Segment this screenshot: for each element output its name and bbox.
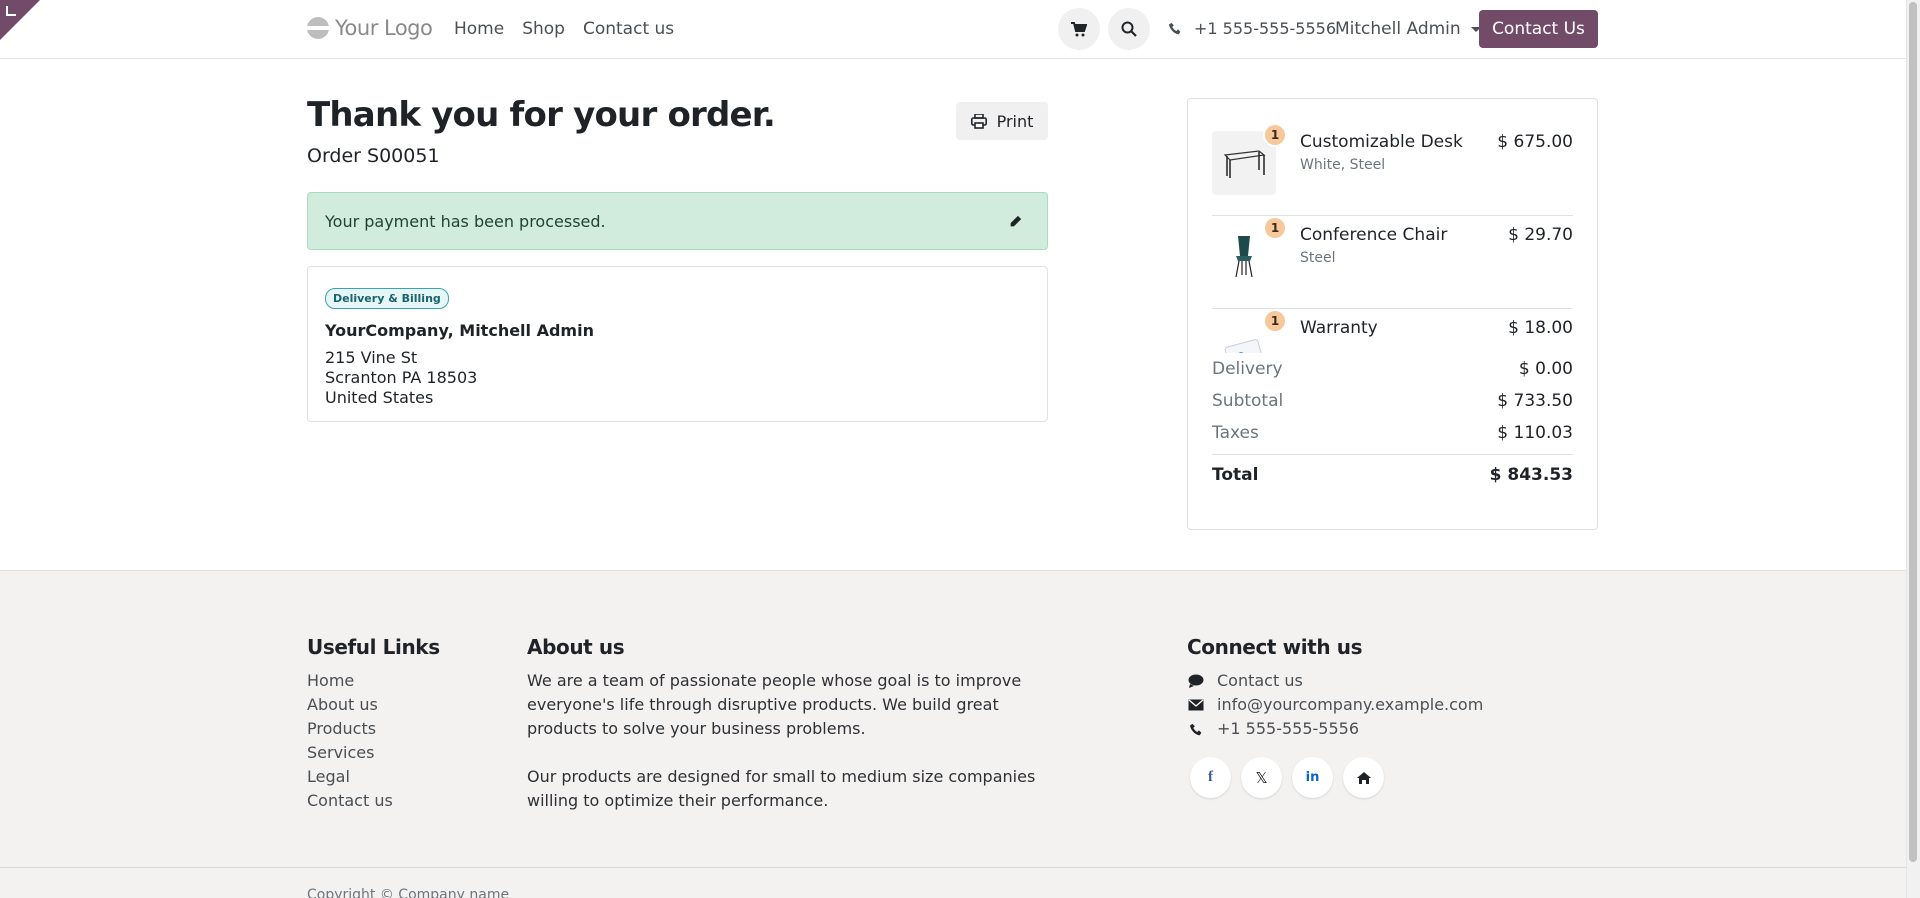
linkedin-icon[interactable]: in bbox=[1292, 757, 1333, 798]
delivery-row: Delivery $ 0.00 bbox=[1212, 353, 1573, 385]
quantity-badge: 1 bbox=[1263, 216, 1287, 240]
quantity-badge: 1 bbox=[1263, 123, 1287, 147]
home-icon[interactable] bbox=[1343, 757, 1384, 798]
connect-phone-text: +1 555-555-5556 bbox=[1217, 719, 1360, 738]
address-name: YourCompany, Mitchell Admin bbox=[325, 321, 594, 340]
address-type-badge: Delivery & Billing bbox=[325, 288, 449, 309]
product-name: Customizable Desk bbox=[1300, 132, 1463, 152]
footer-divider bbox=[0, 867, 1920, 868]
connect-contact[interactable]: Contact us bbox=[1187, 669, 1483, 693]
site-logo[interactable]: Your Logo bbox=[307, 16, 433, 40]
product-variant: Steel bbox=[1300, 250, 1336, 266]
total-amount: $ 843.53 bbox=[1489, 464, 1573, 485]
social-links: f 𝕏 in bbox=[1190, 757, 1384, 798]
pencil-icon[interactable] bbox=[1009, 215, 1022, 228]
nav-contact-us[interactable]: Contact us bbox=[583, 19, 674, 39]
address-city: Scranton PA 18503 bbox=[325, 368, 478, 387]
main-nav: Home Shop Contact us bbox=[454, 19, 692, 39]
printer-icon bbox=[970, 113, 987, 129]
payment-status-alert: Your payment has been processed. bbox=[307, 192, 1048, 250]
user-name: Mitchell Admin bbox=[1335, 19, 1461, 39]
address-street: 215 Vine St bbox=[325, 348, 418, 367]
search-icon bbox=[1121, 21, 1137, 37]
about-paragraph-2: Our products are designed for small to m… bbox=[527, 767, 1036, 810]
taxes-row: Taxes $ 110.03 bbox=[1212, 417, 1573, 449]
order-lines[interactable]: 1 Customizable Desk White, Steel $ 675.0… bbox=[1212, 123, 1573, 353]
search-button[interactable] bbox=[1108, 8, 1150, 50]
address-country: United States bbox=[325, 388, 434, 407]
print-label: Print bbox=[996, 111, 1034, 131]
list-item: 1 Warranty $ 18.00 bbox=[1212, 309, 1573, 353]
order-totals: Delivery $ 0.00 Subtotal $ 733.50 Taxes … bbox=[1212, 353, 1573, 494]
product-price: $ 675.00 bbox=[1497, 132, 1573, 152]
address-card: Delivery & Billing YourCompany, Mitchell… bbox=[307, 266, 1048, 422]
logo-icon bbox=[307, 17, 329, 39]
subtotal-row: Subtotal $ 733.50 bbox=[1212, 385, 1573, 417]
phone-icon bbox=[1189, 723, 1201, 735]
envelope-icon bbox=[1188, 699, 1204, 711]
site-footer: Useful Links Home About us Products Serv… bbox=[0, 570, 1920, 898]
page-title: Thank you for your order. bbox=[307, 95, 776, 135]
order-summary: 1 Customizable Desk White, Steel $ 675.0… bbox=[1187, 98, 1598, 530]
footer-link-contact[interactable]: Contact us bbox=[307, 789, 393, 813]
total-row: Total $ 843.53 bbox=[1212, 454, 1573, 494]
cart-button[interactable] bbox=[1058, 8, 1100, 50]
footer-link-home[interactable]: Home bbox=[307, 669, 393, 693]
product-name: Warranty bbox=[1300, 318, 1378, 338]
product-name: Conference Chair bbox=[1300, 225, 1448, 245]
payment-status-text: Your payment has been processed. bbox=[325, 211, 606, 231]
total-label: Total bbox=[1212, 464, 1259, 485]
connect-list: Contact us info@yourcompany.example.com … bbox=[1187, 669, 1483, 741]
connect-email[interactable]: info@yourcompany.example.com bbox=[1187, 693, 1483, 717]
copyright: Copyright © Company name bbox=[307, 887, 510, 898]
print-button[interactable]: Print bbox=[956, 102, 1048, 140]
connect-phone[interactable]: +1 555-555-5556 bbox=[1187, 717, 1483, 741]
logo-text: Your Logo bbox=[335, 16, 433, 40]
phone-icon bbox=[1169, 22, 1181, 35]
product-price: $ 18.00 bbox=[1508, 318, 1573, 338]
delivery-amount: $ 0.00 bbox=[1518, 359, 1573, 379]
subtotal-label: Subtotal bbox=[1212, 391, 1284, 411]
product-variant: White, Steel bbox=[1300, 157, 1386, 173]
nav-home[interactable]: Home bbox=[454, 19, 504, 39]
product-price: $ 29.70 bbox=[1508, 225, 1573, 245]
taxes-amount: $ 110.03 bbox=[1497, 423, 1573, 443]
about-text: We are a team of passionate people whose… bbox=[527, 669, 1057, 813]
scrollbar-thumb[interactable] bbox=[1909, 2, 1917, 862]
footer-link-products[interactable]: Products bbox=[307, 717, 393, 741]
x-twitter-icon[interactable]: 𝕏 bbox=[1241, 757, 1282, 798]
footer-link-services[interactable]: Services bbox=[307, 741, 393, 765]
comment-icon bbox=[1188, 674, 1204, 688]
useful-links-title: Useful Links bbox=[307, 635, 440, 659]
footer-link-legal[interactable]: Legal bbox=[307, 765, 393, 789]
list-item: 1 Customizable Desk White, Steel $ 675.0… bbox=[1212, 123, 1573, 216]
subtotal-amount: $ 733.50 bbox=[1497, 391, 1573, 411]
footer-link-about[interactable]: About us bbox=[307, 693, 393, 717]
cart-icon bbox=[1071, 21, 1087, 36]
useful-links: Home About us Products Services Legal Co… bbox=[307, 669, 393, 813]
about-paragraph-1: We are a team of passionate people whose… bbox=[527, 671, 1022, 738]
chair-icon bbox=[1235, 236, 1253, 278]
contact-us-button[interactable]: Contact Us bbox=[1479, 10, 1598, 48]
page-scrollbar[interactable] bbox=[1906, 0, 1920, 898]
list-item: 1 Conference Chair Steel $ 29.70 bbox=[1212, 216, 1573, 309]
quantity-badge: 1 bbox=[1263, 309, 1287, 333]
connect-email-text: info@yourcompany.example.com bbox=[1217, 695, 1484, 714]
taxes-label: Taxes bbox=[1212, 423, 1259, 443]
connect-contact-text: Contact us bbox=[1217, 671, 1303, 690]
header-phone[interactable]: +1 555-555-5556 bbox=[1169, 19, 1336, 38]
header-phone-text: +1 555-555-5556 bbox=[1194, 19, 1337, 38]
nav-shop[interactable]: Shop bbox=[522, 19, 565, 39]
warranty-card-icon bbox=[1224, 339, 1264, 353]
about-title: About us bbox=[527, 635, 625, 659]
connect-title: Connect with us bbox=[1187, 635, 1363, 659]
facebook-icon[interactable]: f bbox=[1190, 757, 1231, 798]
user-menu[interactable]: Mitchell Admin bbox=[1335, 19, 1481, 39]
delivery-label: Delivery bbox=[1212, 359, 1283, 379]
site-header: Your Logo Home Shop Contact us +1 555-55… bbox=[0, 0, 1920, 59]
corner-edit-icon[interactable] bbox=[6, 6, 16, 16]
desk-icon bbox=[1223, 150, 1266, 178]
order-number: Order S00051 bbox=[307, 145, 440, 167]
